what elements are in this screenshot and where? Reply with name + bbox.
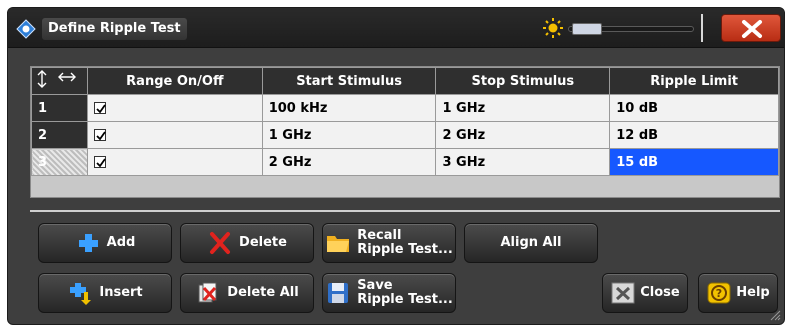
corner-resize-handle[interactable] [31, 67, 88, 95]
close-x-icon [611, 282, 635, 304]
range-onoff-cell[interactable] [86, 94, 263, 122]
brightness-slider[interactable] [568, 23, 698, 35]
start-stimulus-cell[interactable]: 100 kHz [261, 94, 437, 122]
column-header-stop-stimulus[interactable]: Stop Stimulus [435, 67, 611, 95]
ripple-grid: Range On/Off Start Stimulus Stop Stimulu… [31, 67, 779, 176]
floppy-disk-icon [328, 283, 349, 303]
titlebar-divider [701, 14, 703, 42]
stop-stimulus-cell[interactable]: 2 GHz [435, 121, 611, 149]
check-icon [96, 158, 106, 168]
column-header-start-stimulus[interactable]: Start Stimulus [261, 67, 437, 95]
close-button[interactable]: Close [602, 273, 688, 313]
delete-all-button-label: Delete All [227, 285, 299, 300]
ripple-test-dialog: Define Ripple Test Range On/Off Start St… [7, 7, 785, 325]
window-close-button[interactable] [721, 14, 781, 42]
svg-text:?: ? [716, 287, 722, 300]
check-icon [96, 131, 106, 141]
title-bar[interactable]: Define Ripple Test [8, 8, 784, 48]
row-index[interactable]: 2 [31, 121, 88, 149]
section-divider [30, 210, 780, 212]
recall-ripple-test-button[interactable]: Recall Ripple Test... [322, 223, 456, 263]
row-index[interactable]: 1 [31, 94, 88, 122]
delete-all-icon [198, 282, 217, 303]
dialog-title: Define Ripple Test [42, 18, 187, 40]
table-row[interactable]: 1 100 kHz 1 GHz 10 dB [31, 94, 779, 122]
insert-icon [70, 283, 92, 305]
recall-button-label-group: Recall Ripple Test... [357, 229, 453, 257]
check-icon [96, 104, 106, 114]
help-button[interactable]: ? Help [698, 273, 778, 313]
save-button-label-group: Save Ripple Test... [357, 279, 453, 307]
recall-label-line1: Recall [357, 228, 402, 243]
brightness-sun-icon [543, 18, 563, 38]
close-button-label: Close [640, 285, 680, 300]
row-index[interactable]: 3 [31, 148, 88, 176]
table-row[interactable]: 2 1 GHz 2 GHz 12 dB [31, 121, 779, 149]
delete-x-icon [210, 232, 231, 254]
help-button-label: Help [736, 285, 770, 300]
ripple-limit-cell[interactable]: 10 dB [609, 94, 779, 122]
delete-button[interactable]: Delete [180, 223, 314, 263]
add-button[interactable]: Add [38, 223, 172, 263]
ripple-limit-cell-active[interactable]: 15 dB [609, 148, 779, 176]
recall-label-line2: Ripple Test... [357, 242, 453, 257]
range-onoff-cell[interactable] [86, 148, 263, 176]
insert-button[interactable]: Insert [38, 273, 172, 313]
range-checkbox[interactable] [93, 129, 106, 141]
save-ripple-test-button[interactable]: Save Ripple Test... [322, 273, 456, 313]
range-onoff-cell[interactable] [86, 121, 263, 149]
ripple-table: Range On/Off Start Stimulus Stop Stimulu… [30, 66, 780, 198]
add-button-label: Add [106, 235, 136, 250]
help-question-icon: ? [707, 282, 731, 304]
save-label-line1: Save [357, 278, 393, 293]
stop-stimulus-cell[interactable]: 1 GHz [435, 94, 611, 122]
column-header-range-onoff[interactable]: Range On/Off [86, 67, 263, 95]
insert-button-label: Insert [99, 285, 143, 300]
app-logo-icon [16, 19, 36, 39]
resize-arrows-icon [37, 70, 77, 88]
resize-grip-icon[interactable] [769, 309, 781, 321]
ripple-limit-cell[interactable]: 12 dB [609, 121, 779, 149]
brightness-slider-thumb[interactable] [572, 23, 602, 35]
start-stimulus-cell[interactable]: 2 GHz [261, 148, 437, 176]
table-row-selected[interactable]: 3 2 GHz 3 GHz 15 dB [31, 148, 779, 176]
save-label-line2: Ripple Test... [357, 292, 453, 307]
align-all-button-label: Align All [500, 235, 562, 250]
range-checkbox[interactable] [93, 102, 106, 114]
stop-stimulus-cell[interactable]: 3 GHz [435, 148, 611, 176]
close-x-icon [742, 20, 762, 38]
column-header-ripple-limit[interactable]: Ripple Limit [609, 67, 779, 95]
table-header-row: Range On/Off Start Stimulus Stop Stimulu… [31, 67, 779, 95]
start-stimulus-cell[interactable]: 1 GHz [261, 121, 437, 149]
folder-open-icon [327, 236, 350, 252]
plus-icon [78, 234, 98, 252]
delete-all-button[interactable]: Delete All [180, 273, 314, 313]
range-checkbox[interactable] [93, 156, 106, 168]
delete-button-label: Delete [239, 235, 287, 250]
align-all-button[interactable]: Align All [464, 223, 598, 263]
